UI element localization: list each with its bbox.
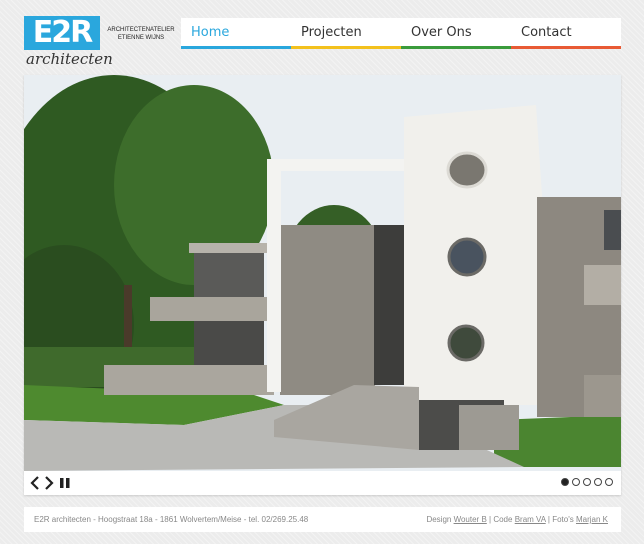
design-label: Design — [426, 515, 452, 524]
chevron-left-icon[interactable] — [30, 474, 44, 492]
pause-icon[interactable] — [59, 474, 73, 492]
designer-link[interactable]: Wouter B — [454, 515, 487, 524]
slide-pagination — [561, 478, 613, 486]
coder-link[interactable]: Bram VA — [515, 515, 546, 524]
main-navigation: Home Projecten Over Ons Contact — [181, 18, 621, 49]
nav-item-label: Over Ons — [411, 25, 472, 40]
nav-item-home[interactable]: Home — [181, 18, 291, 49]
logo[interactable]: E2R ARCHITECTENATELIER ETIENNE WIJNS arc… — [24, 16, 176, 72]
nav-item-label: Contact — [521, 25, 572, 40]
logo-wordmark: architecten — [26, 50, 113, 68]
photographer-link[interactable]: Marjan K — [576, 515, 608, 524]
footer-credits: Design Wouter B | Code Bram VA | Foto's … — [426, 515, 608, 524]
footer: E2R architecten - Hoogstraat 18a - 1861 … — [24, 507, 621, 532]
logo-tagline-line2: ETIENNE WIJNS — [117, 35, 165, 41]
slide-dot[interactable] — [572, 478, 580, 486]
nav-color-bar — [291, 46, 401, 49]
photo-label: | Foto's — [547, 515, 574, 524]
chevron-right-icon[interactable] — [44, 474, 58, 492]
slide-dot[interactable] — [583, 478, 591, 486]
image-slider — [24, 75, 621, 495]
building-photo — [24, 75, 621, 471]
nav-item-projecten[interactable]: Projecten — [291, 18, 401, 49]
footer-address: E2R architecten - Hoogstraat 18a - 1861 … — [34, 515, 309, 524]
logo-mark: E2R — [24, 16, 100, 50]
slider-controls — [24, 471, 621, 495]
nav-item-over-ons[interactable]: Over Ons — [401, 18, 511, 49]
nav-item-label: Projecten — [301, 25, 362, 40]
slide-dot[interactable] — [605, 478, 613, 486]
logo-tagline-line1: ARCHITECTENATELIER — [107, 27, 175, 33]
nav-color-bar — [181, 46, 291, 49]
slide-dot[interactable] — [561, 478, 569, 486]
code-label: | Code — [489, 515, 513, 524]
slide-dot[interactable] — [594, 478, 602, 486]
logo-tagline: ARCHITECTENATELIER ETIENNE WIJNS — [106, 26, 176, 42]
nav-item-contact[interactable]: Contact — [511, 18, 621, 49]
slide-photo — [24, 75, 621, 471]
nav-color-bar — [401, 46, 511, 49]
nav-color-bar — [511, 46, 621, 49]
nav-item-label: Home — [191, 25, 230, 40]
